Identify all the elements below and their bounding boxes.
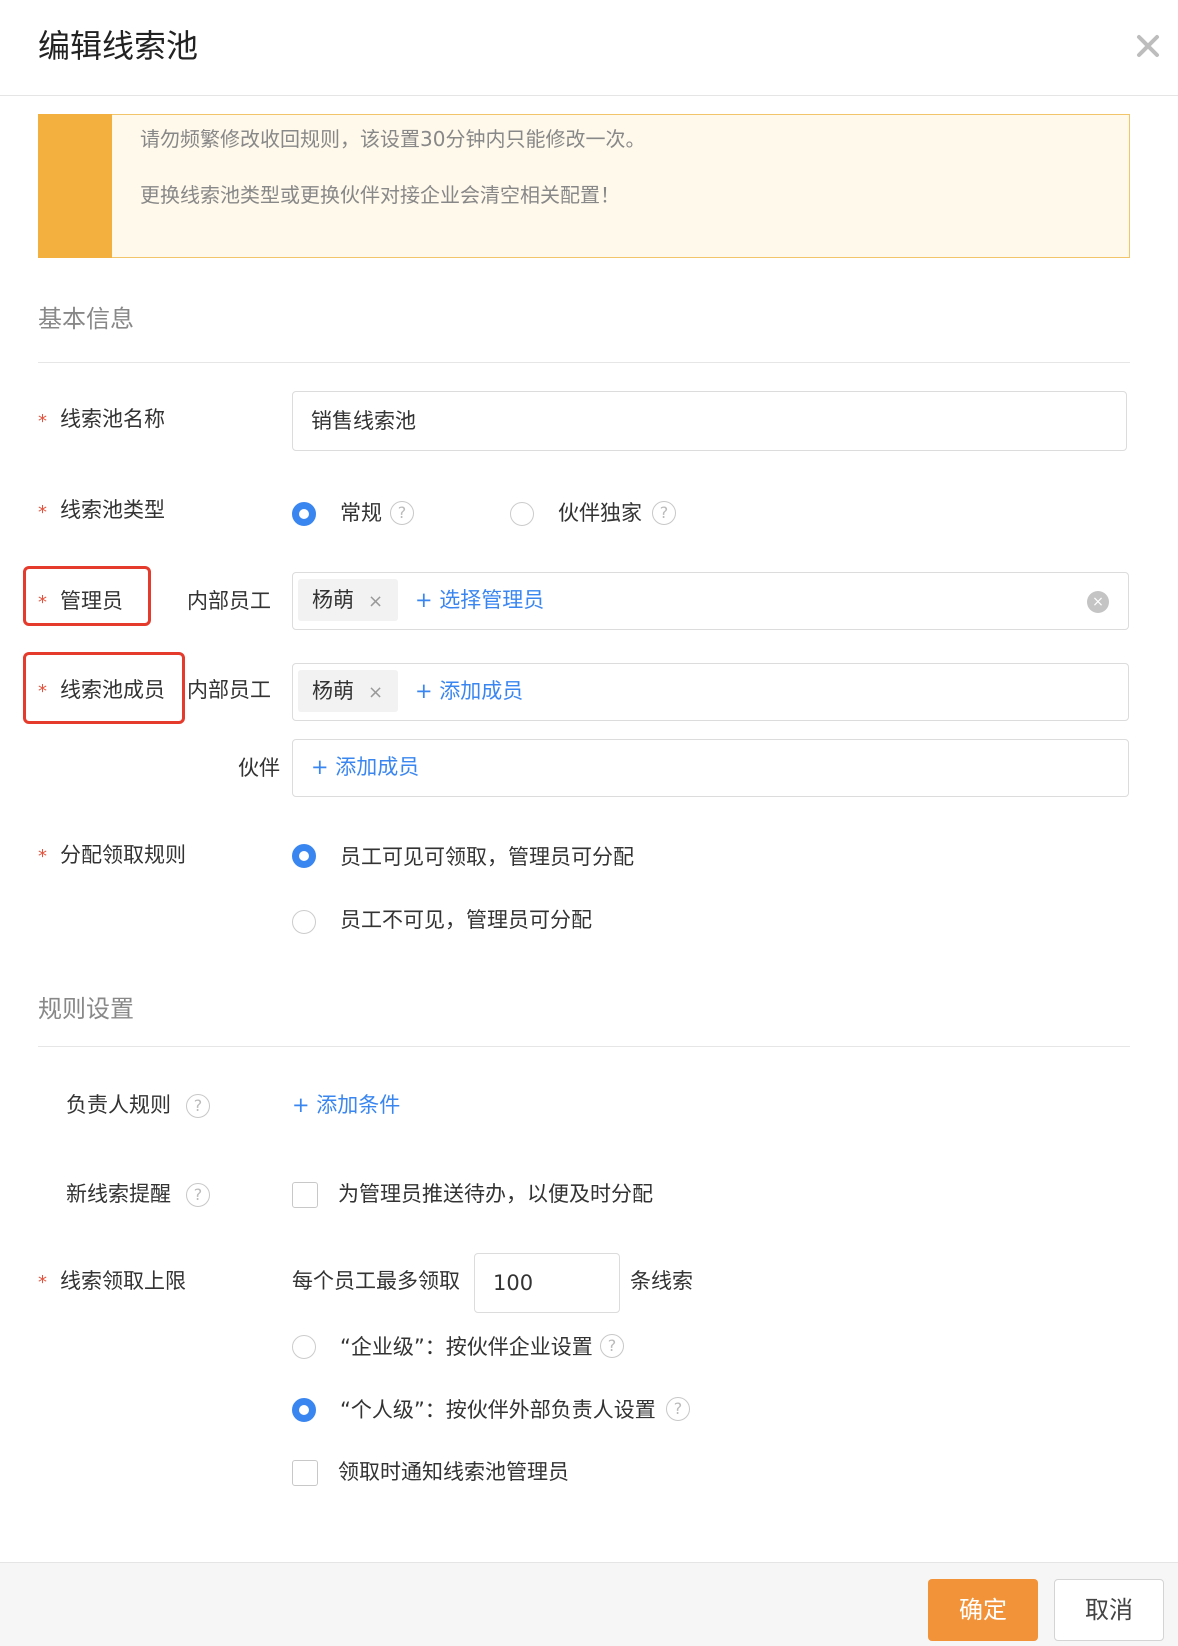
claim-limit-label: 线索领取上限 — [60, 1269, 186, 1293]
members-sublabel-partner: 伙伴 — [238, 756, 280, 780]
pool-type-option-partner[interactable]: 伙伴独家 — [558, 498, 642, 528]
distribution-radio-hidden[interactable] — [292, 910, 316, 934]
pool-name-value: 销售线索池 — [311, 409, 416, 433]
admin-tag-label: 杨萌 — [312, 588, 354, 612]
add-member-link[interactable]: + 添加成员 — [415, 676, 523, 706]
new-lead-reminder-label: 新线索提醒 — [66, 1182, 171, 1206]
required-mark: * — [38, 846, 47, 867]
notify-admin-checkbox[interactable] — [292, 1460, 318, 1486]
new-lead-reminder-checkbox[interactable] — [292, 1182, 318, 1208]
dialog-header: 编辑线索池 — [0, 0, 1178, 96]
limit-radio-enterprise[interactable] — [292, 1335, 316, 1359]
required-mark: * — [38, 411, 47, 432]
distribution-option-visible[interactable]: 员工可见可领取，管理员可分配 — [340, 842, 634, 872]
section-divider — [38, 1046, 1130, 1047]
notice-line-2: 更换线索池类型或更换伙伴对接企业会清空相关配置！ — [140, 183, 620, 207]
admin-selector[interactable]: 杨萌 × + 选择管理员 × — [292, 572, 1129, 630]
pool-name-input[interactable]: 销售线索池 — [292, 391, 1127, 451]
help-icon[interactable]: ? — [186, 1183, 210, 1207]
required-mark: * — [38, 502, 47, 523]
required-mark: * — [38, 592, 47, 613]
distribution-radio-visible[interactable] — [292, 844, 316, 868]
section-divider — [38, 362, 1130, 363]
members-sublabel-internal: 内部员工 — [187, 678, 271, 702]
admin-tag: 杨萌 × — [298, 579, 398, 621]
section-title-basic: 基本信息 — [38, 305, 134, 333]
limit-option-personal[interactable]: “个人级”：按伙伴外部负责人设置 — [340, 1395, 656, 1425]
help-icon[interactable]: ? — [666, 1397, 690, 1421]
members-partner-selector[interactable]: + 添加成员 — [292, 739, 1129, 797]
claim-limit-suffix: 条线索 — [630, 1269, 693, 1293]
select-admin-link[interactable]: + 选择管理员 — [415, 585, 544, 615]
clear-icon[interactable]: × — [1087, 591, 1109, 613]
help-icon[interactable]: ? — [186, 1094, 210, 1118]
add-partner-member-link[interactable]: + 添加成员 — [311, 752, 419, 782]
new-lead-reminder-option[interactable]: 为管理员推送待办，以便及时分配 — [338, 1179, 653, 1209]
limit-option-enterprise[interactable]: “企业级”：按伙伴企业设置 — [340, 1332, 593, 1362]
member-tag-label: 杨萌 — [312, 679, 354, 703]
owner-rule-label: 负责人规则 — [66, 1093, 171, 1117]
required-mark: * — [38, 1272, 47, 1293]
cancel-button[interactable]: 取消 — [1054, 1579, 1164, 1641]
help-icon[interactable]: ? — [652, 501, 676, 525]
notice-line-1: 请勿频繁修改收回规则，该设置30分钟内只能修改一次。 — [140, 127, 646, 151]
limit-radio-personal[interactable] — [292, 1398, 316, 1422]
pool-name-label: 线索池名称 — [60, 407, 165, 431]
members-label: 线索池成员 — [60, 678, 165, 702]
distribution-option-hidden[interactable]: 员工不可见，管理员可分配 — [340, 905, 592, 935]
pool-type-radio-partner[interactable] — [510, 502, 534, 526]
help-icon[interactable]: ? — [390, 501, 414, 525]
pool-type-option-regular[interactable]: 常规 — [340, 498, 382, 528]
admin-label: 管理员 — [60, 589, 123, 613]
required-mark: * — [38, 681, 47, 702]
admin-sublabel-internal: 内部员工 — [187, 589, 271, 613]
tag-remove-icon[interactable]: × — [368, 682, 383, 703]
claim-limit-prefix: 每个员工最多领取 — [292, 1269, 460, 1293]
add-condition-link[interactable]: + 添加条件 — [292, 1090, 400, 1120]
members-internal-selector[interactable]: 杨萌 × + 添加成员 — [292, 663, 1129, 721]
help-icon[interactable]: ? — [600, 1334, 624, 1358]
pool-type-radio-regular[interactable] — [292, 502, 316, 526]
member-tag: 杨萌 × — [298, 670, 398, 712]
claim-limit-value: 100 — [493, 1271, 534, 1295]
claim-limit-input[interactable]: 100 — [474, 1253, 620, 1313]
pool-type-label: 线索池类型 — [60, 498, 165, 522]
section-title-rules: 规则设置 — [38, 995, 134, 1023]
notice-accent-bar — [38, 114, 112, 258]
dialog-title: 编辑线索池 — [38, 27, 199, 65]
tag-remove-icon[interactable]: × — [368, 591, 383, 612]
notify-admin-option[interactable]: 领取时通知线索池管理员 — [338, 1457, 569, 1487]
close-icon[interactable] — [1130, 28, 1166, 64]
confirm-button[interactable]: 确定 — [928, 1579, 1038, 1641]
distribution-label: 分配领取规则 — [60, 843, 186, 867]
